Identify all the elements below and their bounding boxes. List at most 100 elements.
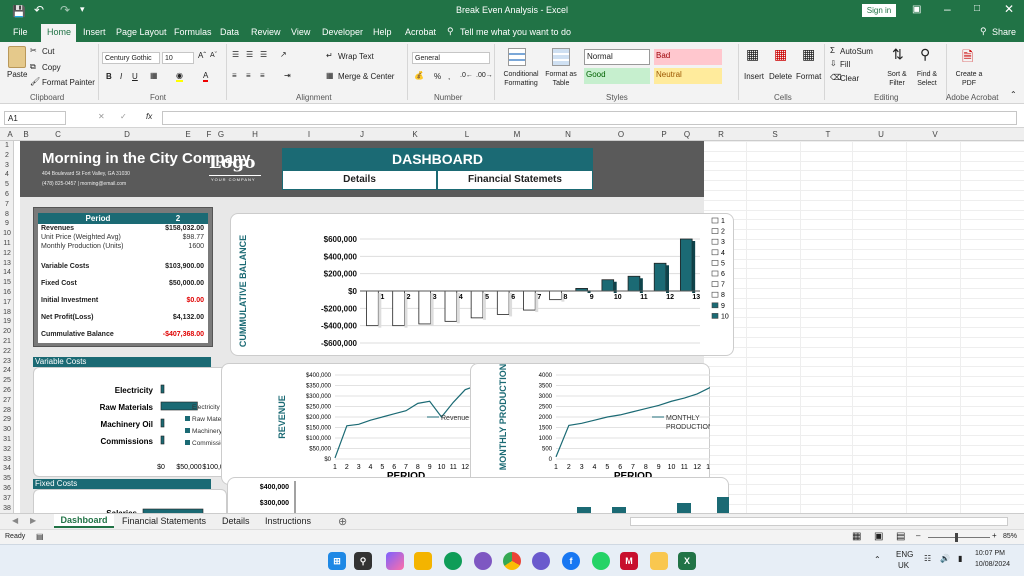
clock-date[interactable]: 10/08/2024 (975, 561, 1010, 568)
tell-me-search[interactable]: Tell me what you want to do (460, 27, 571, 37)
copy-button[interactable]: Copy (42, 63, 61, 72)
menu-home[interactable]: Home (47, 27, 71, 37)
font-size-select[interactable]: 10 (162, 52, 194, 64)
worksheet[interactable]: Morning in the City Company 404 Boulevar… (15, 141, 1024, 513)
menu-formulas[interactable]: Formulas (174, 27, 212, 37)
windows-start-icon[interactable]: ⊞ (328, 552, 346, 570)
conditional-formatting-icon[interactable] (508, 48, 526, 66)
menu-help[interactable]: Help (373, 27, 392, 37)
orientation-icon[interactable]: ↗ (280, 50, 287, 59)
wrap-text-button[interactable]: Wrap Text (338, 52, 374, 61)
grow-font-icon[interactable]: Aˆ (198, 51, 206, 60)
insert-function-icon[interactable]: fx (146, 112, 152, 121)
paste-button[interactable]: Paste (7, 70, 27, 79)
format-cells-icon[interactable]: ▦ (802, 46, 815, 63)
delete-cells-button[interactable]: Delete (769, 72, 792, 81)
copy-icon[interactable]: ⧉ (30, 62, 36, 72)
widgets-icon[interactable] (414, 552, 432, 570)
fill-button[interactable]: Fill (840, 60, 850, 69)
financial-statements-button[interactable]: Financial Statemets (437, 170, 593, 190)
fill-color-icon[interactable]: ◉ (176, 71, 183, 82)
share-icon[interactable]: ⚲ (980, 26, 987, 37)
variable-costs-chart[interactable]: Electricity Raw Materials Machinery Oil Com… (33, 367, 227, 477)
file-explorer-icon[interactable] (650, 552, 668, 570)
menu-review[interactable]: Review (251, 27, 281, 37)
ribbon-display-icon[interactable]: ▣ (912, 4, 921, 15)
fill-icon[interactable]: ⇩ (830, 59, 837, 68)
merge-center-icon[interactable]: ▦ (326, 71, 334, 80)
clock-time[interactable]: 10:07 PM (975, 550, 1005, 557)
normal-view-icon[interactable]: ▦ (852, 531, 861, 542)
style-normal[interactable]: Normal (584, 49, 650, 65)
page-break-view-icon[interactable]: ▤ (896, 531, 905, 542)
menu-insert[interactable]: Insert (83, 27, 106, 37)
format-table-icon[interactable] (552, 48, 570, 66)
align-middle-icon[interactable]: ☰ (246, 50, 253, 59)
delete-cells-icon[interactable]: ▦ (774, 46, 787, 63)
enter-formula-icon[interactable]: ✓ (120, 112, 127, 121)
menu-file[interactable]: File (13, 27, 28, 37)
currency-icon[interactable]: 💰 (414, 71, 424, 80)
comma-icon[interactable]: , (448, 72, 450, 81)
paste-icon[interactable] (8, 46, 26, 68)
borders-icon[interactable]: ▦ (150, 71, 158, 80)
formula-input[interactable] (162, 111, 1017, 125)
copilot-icon[interactable] (386, 552, 404, 570)
fixed-costs-chart[interactable]: Salaries (33, 489, 227, 513)
zoom-slider[interactable] (928, 537, 990, 538)
font-color-icon[interactable]: A (203, 71, 209, 82)
edge-icon[interactable] (444, 552, 462, 570)
italic-icon[interactable]: I (120, 72, 122, 81)
style-neutral[interactable]: Neutral (654, 68, 722, 84)
align-right-icon[interactable]: ≡ (260, 71, 265, 80)
production-chart[interactable]: MONTHLY PRODUCTION 4000350030002500200015… (470, 363, 710, 485)
sheet-tab-financial-statements[interactable]: Financial Statements (122, 516, 206, 526)
app-icon[interactable] (532, 552, 550, 570)
sheet-tab-instructions[interactable]: Instructions (265, 516, 311, 526)
bold-icon[interactable]: B (106, 72, 112, 81)
menu-page-layout[interactable]: Page Layout (116, 27, 167, 37)
sort-filter-button[interactable]: Sort & Filter (882, 70, 912, 88)
sort-filter-icon[interactable]: ⇅ (892, 46, 904, 63)
share-button[interactable]: Share (992, 27, 1016, 37)
close-icon[interactable]: ✕ (1004, 2, 1014, 16)
insert-cells-icon[interactable]: ▦ (746, 46, 759, 63)
page-layout-view-icon[interactable]: ▣ (874, 531, 883, 542)
battery-icon[interactable]: ▮ (958, 554, 962, 563)
insert-cells-button[interactable]: Insert (744, 72, 764, 81)
merge-center-button[interactable]: Merge & Center (338, 72, 394, 81)
wifi-icon[interactable]: ☷ (924, 554, 931, 563)
maximize-icon[interactable]: □ (974, 3, 980, 14)
prev-sheet-icon[interactable]: ◀ (12, 516, 18, 525)
format-as-table-button[interactable]: Format as Table (542, 70, 580, 88)
style-bad[interactable]: Bad (654, 49, 722, 65)
style-good[interactable]: Good (584, 68, 650, 84)
format-cells-button[interactable]: Format (796, 72, 821, 81)
number-format-select[interactable]: General (412, 52, 490, 64)
sign-in-button[interactable]: Sign in (862, 4, 896, 17)
next-sheet-icon[interactable]: ▶ (30, 516, 36, 525)
zoom-out-icon[interactable]: – (916, 531, 920, 540)
excel-taskbar-icon[interactable]: X (678, 552, 696, 570)
volume-icon[interactable]: 🔊 (940, 554, 950, 563)
store-icon[interactable] (474, 552, 492, 570)
align-left-icon[interactable]: ≡ (232, 71, 237, 80)
details-button[interactable]: Details (282, 170, 437, 190)
cancel-formula-icon[interactable]: ✕ (98, 112, 105, 121)
mcafee-icon[interactable]: M (620, 552, 638, 570)
increase-decimal-icon[interactable]: .0← (460, 72, 473, 79)
cumulative-balance-chart[interactable]: CUMMULATIVE BALANCE $600,000 $400,000 $200,… (230, 213, 734, 356)
format-painter-icon[interactable]: 🖌 (30, 77, 40, 86)
zoom-level[interactable]: 85% (1003, 533, 1017, 540)
conditional-formatting-button[interactable]: Conditional Formatting (498, 70, 544, 88)
find-select-button[interactable]: Find & Select (912, 70, 942, 88)
shrink-font-icon[interactable]: Aˇ (210, 52, 217, 59)
revenue-chart[interactable]: REVENUE $400,000 $350,000 $300,000 $250,000 $… (221, 363, 481, 485)
collapse-ribbon-icon[interactable]: ⌃ (1010, 90, 1017, 99)
autosum-button[interactable]: AutoSum (840, 47, 873, 56)
zoom-slider-thumb[interactable] (955, 533, 958, 542)
region-indicator[interactable]: UK (898, 561, 909, 570)
menu-view[interactable]: View (291, 27, 310, 37)
underline-icon[interactable]: U (132, 72, 138, 81)
fixed-costs-over-time-chart[interactable]: $400,000 $300,000 (227, 477, 729, 513)
